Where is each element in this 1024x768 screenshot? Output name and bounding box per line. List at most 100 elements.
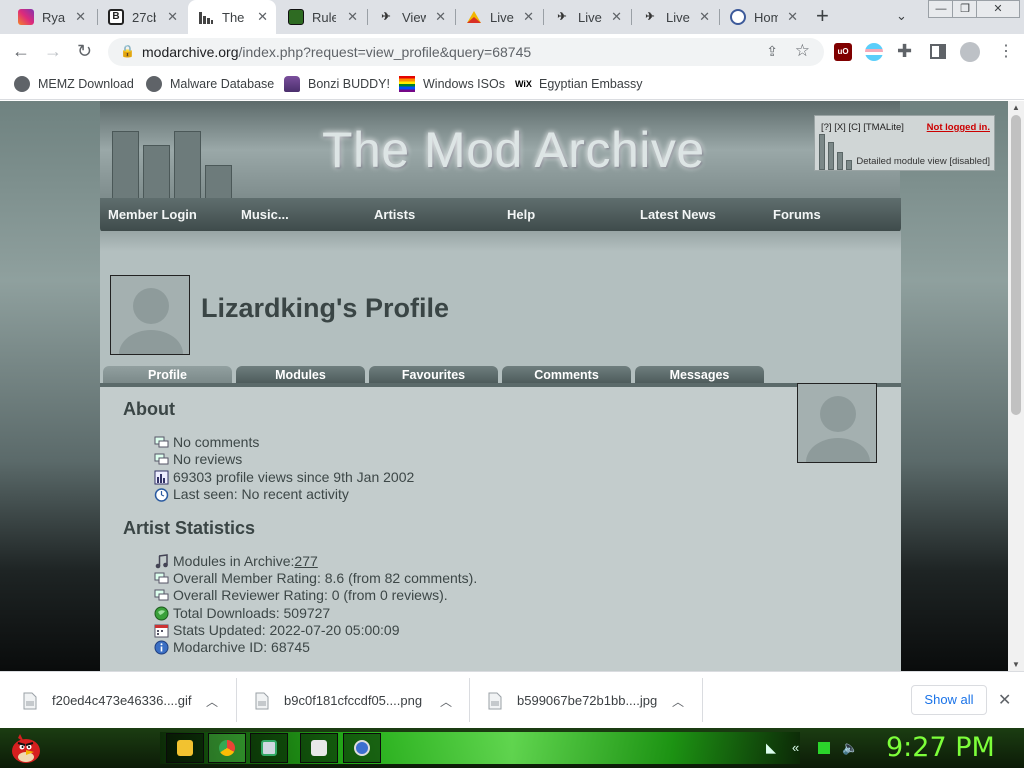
download-divider [236,678,237,722]
taskbar-clock[interactable]: 9:27 PM [886,732,995,763]
close-tab-icon[interactable]: ✕ [611,9,622,25]
chevron-up-icon[interactable]: ︿ [206,693,218,710]
bookmark-bonzi[interactable]: Bonzi BUDDY! [284,76,390,92]
satellite-icon: ✈ [557,11,567,23]
modules-count-link[interactable]: 277 [294,553,317,569]
close-tab-icon[interactable]: ✕ [523,9,534,25]
bookmark-windows-isos[interactable]: Windows ISOs [399,76,505,92]
close-downloads-bar-icon[interactable]: ✕ [998,690,1011,710]
tab-search-button[interactable]: ⌄ [896,8,907,24]
browser-tab[interactable]: Live ✕ [456,0,542,34]
tma-status-box: [?] [X] [C] [TMALite] Not logged in. Det… [814,115,995,171]
download-item[interactable]: b599067be72b1bb....jpg ︿ [487,672,697,729]
file-icon [255,692,269,709]
site-logo-title[interactable]: The Mod Archive [322,121,705,179]
close-tab-icon[interactable]: ✕ [167,9,178,25]
download-item[interactable]: b9c0f181cfccdf05....png ︿ [254,672,464,729]
browser-tab[interactable]: ✈ View ✕ [368,0,454,34]
start-button-angry-bird-icon[interactable] [8,730,44,766]
network-icon[interactable]: ◣ [766,740,776,756]
nav-help[interactable]: Help [507,207,535,222]
taskbar-app[interactable] [250,733,288,763]
forward-button[interactable]: → [44,41,62,61]
reload-button[interactable]: ↻ [77,41,92,61]
stat-modarchive-id: Modarchive ID: 68745 [173,639,310,655]
download-item[interactable]: f20ed4c473e46336....gif ︿ [22,672,232,729]
nav-latest-news[interactable]: Latest News [640,207,716,222]
address-bar[interactable]: 🔒 modarchive.org/index.php?request=view_… [108,38,824,66]
bookmark-egyptian-embassy[interactable]: WiX Egyptian Embassy [515,76,643,92]
url-text[interactable]: modarchive.org/index.php?request=view_pr… [142,44,531,60]
scroll-up-icon[interactable]: ▲ [1012,103,1020,112]
close-tab-icon[interactable]: ✕ [75,9,86,25]
site-nav-bar: Member Login Music... Artists Help Lates… [100,198,901,232]
taskbar-file-explorer[interactable] [166,733,204,763]
list-item: Stats Updated: 2022-07-20 05:00:09 [154,622,400,638]
music-note-icon [155,553,168,568]
browser-tab[interactable]: Rule ✕ [278,0,366,34]
tab-comments[interactable]: Comments [502,366,631,384]
nav-member-login[interactable]: Member Login [108,207,197,222]
scrollbar-thumb[interactable] [1011,115,1021,415]
close-tab-icon[interactable]: ✕ [699,9,710,25]
list-item: 69303 profile views since 9th Jan 2002 [154,469,414,485]
close-tab-icon[interactable]: ✕ [257,9,268,25]
extension-flag-icon[interactable] [865,43,883,61]
os-taskbar: ◣ « 🔈 9:27 PM [0,728,1024,768]
tab-profile[interactable]: Profile [103,366,232,384]
close-tab-icon[interactable]: ✕ [787,9,798,25]
about-last-seen: Last seen: No recent activity [173,486,349,502]
bookmark-malware-db[interactable]: Malware Database [146,76,274,92]
extensions-puzzle-icon[interactable]: ✚ [897,41,912,62]
restore-button[interactable]: ❐ [952,0,978,18]
browser-tab-active[interactable]: The ✕ [188,0,276,34]
browser-tab[interactable]: Hom ✕ [720,0,806,34]
scroll-down-icon[interactable]: ▼ [1012,660,1020,669]
side-panel-icon[interactable] [930,44,946,59]
new-tab-button[interactable]: + [816,5,829,27]
close-tab-icon[interactable]: ✕ [435,9,446,25]
detailed-view-status: Detailed module view [disabled] [856,156,990,167]
close-tab-icon[interactable]: ✕ [347,9,358,25]
chevron-up-icon[interactable]: ︿ [672,693,684,710]
wix-icon: WiX [515,79,532,89]
game-icon [288,9,304,25]
tray-app-icon[interactable] [818,742,830,754]
close-window-button[interactable]: ✕ [976,0,1020,18]
bookmark-memz[interactable]: MEMZ Download [14,76,134,92]
ublock-icon[interactable]: uO [834,43,852,61]
taskbar-app[interactable] [300,733,338,763]
tab-messages[interactable]: Messages [635,366,764,384]
menu-kebab-icon[interactable]: ⋮ [998,41,1014,61]
tray-chevron-icon[interactable]: « [792,740,799,755]
page-scrollbar[interactable]: ▲ ▼ [1008,101,1024,671]
not-logged-in-link[interactable]: Not logged in. [927,122,990,133]
browser-tab[interactable]: B 27cb ✕ [98,0,186,34]
browser-tab[interactable]: ✈ Live ✕ [632,0,718,34]
nav-music[interactable]: Music... [241,207,289,222]
show-all-downloads-button[interactable]: Show all [911,685,987,715]
chevron-up-icon[interactable]: ︿ [440,693,452,710]
logo-bar [819,134,825,170]
bookmark-star-icon[interactable]: ☆ [795,41,810,61]
avatar [797,383,877,463]
back-button[interactable]: ← [12,41,30,61]
tab-modules[interactable]: Modules [236,366,365,384]
stat-updated: Stats Updated: 2022-07-20 05:00:09 [173,622,400,638]
rainbow-flag-icon [399,76,415,92]
minimize-button[interactable]: — [928,0,954,18]
artist-statistics-heading: Artist Statistics [123,518,256,538]
bookmark-label: Egyptian Embassy [539,77,643,91]
profile-avatar-icon[interactable] [960,42,980,62]
taskbar-chrome[interactable] [208,733,246,763]
volume-icon[interactable]: 🔈 [842,740,858,756]
nav-artists[interactable]: Artists [374,207,415,222]
taskbar-app[interactable] [343,733,381,763]
browser-tab[interactable]: Ryan ✕ [8,0,94,34]
nav-forums[interactable]: Forums [773,207,821,222]
tma-option-links[interactable]: [?] [X] [C] [TMALite] [821,122,904,133]
share-icon[interactable]: ⇪ [766,43,778,60]
list-item: Overall Member Rating: 8.6 (from 82 comm… [154,570,477,586]
browser-tab[interactable]: ✈ Live ✕ [544,0,630,34]
tab-favourites[interactable]: Favourites [369,366,498,384]
